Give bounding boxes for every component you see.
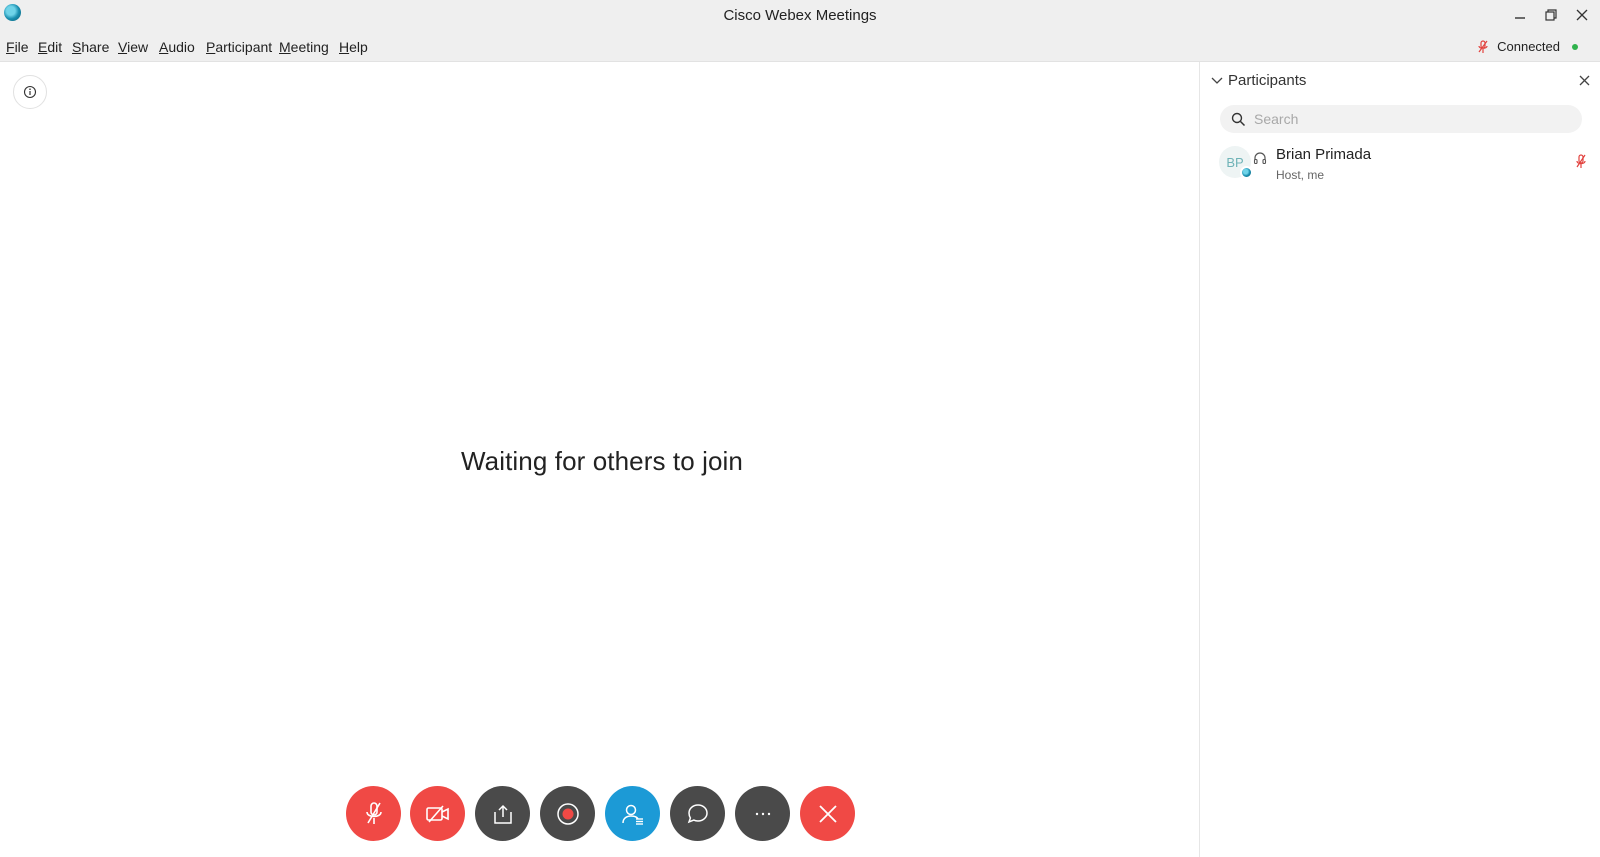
minimize-button[interactable] xyxy=(1509,4,1531,26)
menu-edit[interactable]: Edit xyxy=(38,39,62,55)
waiting-message: Waiting for others to join xyxy=(461,446,743,476)
menu-file[interactable]: File xyxy=(6,39,29,55)
mic-muted-icon xyxy=(365,801,382,824)
record-icon xyxy=(556,802,579,825)
video-button[interactable] xyxy=(410,786,465,841)
info-icon xyxy=(23,85,37,99)
search-icon xyxy=(1231,112,1246,127)
close-window-button[interactable] xyxy=(1571,4,1593,26)
mic-muted-icon[interactable] xyxy=(1575,154,1587,170)
share-button[interactable] xyxy=(475,786,530,841)
participants-icon xyxy=(621,804,643,825)
mic-muted-icon xyxy=(1478,39,1488,53)
close-icon xyxy=(818,804,837,823)
search-input[interactable] xyxy=(1254,105,1564,133)
minimize-icon xyxy=(1515,17,1525,19)
mute-button[interactable] xyxy=(346,786,401,841)
more-icon xyxy=(755,812,770,815)
participants-title: Participants xyxy=(1228,72,1307,89)
participants-panel: Participants BP Brian Primada Host, me xyxy=(1200,62,1600,857)
participant-role: Host, me xyxy=(1276,168,1325,182)
participant-name: Brian Primada xyxy=(1276,146,1372,163)
share-icon xyxy=(493,804,512,824)
menu-meeting[interactable]: Meeting xyxy=(279,39,329,55)
connected-dot xyxy=(1572,43,1578,50)
leave-button[interactable] xyxy=(800,786,855,841)
participants-header: Participants xyxy=(1200,62,1600,100)
menu-bar: File Edit Share View Audio Participant M… xyxy=(0,32,1600,62)
more-button[interactable] xyxy=(735,786,790,841)
restore-icon xyxy=(1545,9,1557,21)
close-icon[interactable] xyxy=(1579,75,1590,86)
close-icon xyxy=(1576,9,1588,21)
video-off-icon xyxy=(425,804,449,823)
connection-label: Connected xyxy=(1497,39,1560,54)
chat-icon xyxy=(687,803,708,823)
headset-icon xyxy=(1253,152,1267,165)
menu-participant[interactable]: Participant xyxy=(206,39,272,55)
participant-search xyxy=(1220,105,1582,133)
participant-row[interactable]: BP Brian Primada Host, me xyxy=(1200,142,1600,190)
meeting-stage: Waiting for others to join xyxy=(0,62,1199,857)
webex-badge-icon xyxy=(1240,166,1253,179)
chat-button[interactable] xyxy=(670,786,725,841)
window-title: Cisco Webex Meetings xyxy=(723,7,877,24)
menu-audio[interactable]: Audio xyxy=(159,39,195,55)
record-button[interactable] xyxy=(540,786,595,841)
menu-help[interactable]: Help xyxy=(339,39,368,55)
connection-status: Connected xyxy=(1477,39,1578,54)
restore-button[interactable] xyxy=(1540,4,1562,26)
title-bar: Cisco Webex Meetings xyxy=(0,0,1600,32)
participants-button[interactable] xyxy=(605,786,660,841)
meeting-info-button[interactable] xyxy=(13,75,47,109)
menu-share[interactable]: Share xyxy=(72,39,109,55)
menu-view[interactable]: View xyxy=(118,39,148,55)
chevron-down-icon[interactable] xyxy=(1211,76,1223,86)
